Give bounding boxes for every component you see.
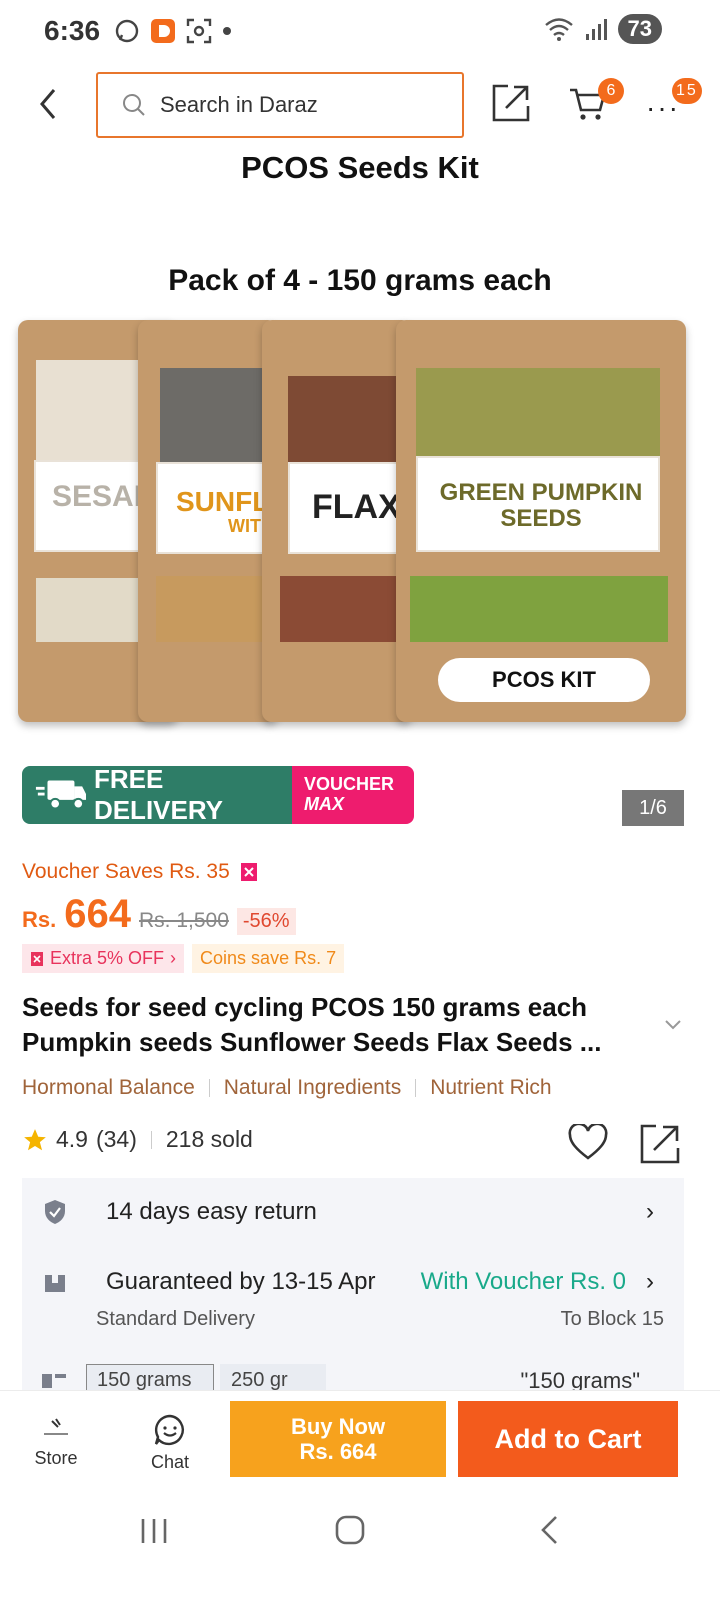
voucher-saves-text: Voucher Saves Rs. 35: [22, 860, 230, 883]
free-delivery-label: FREE DELIVERY: [93, 766, 223, 824]
tag-nutrient-rich: Nutrient Rich: [430, 1076, 552, 1099]
free-delivery-voucher-banner: FREE DELIVERY VOUCHER MAX: [22, 766, 414, 824]
delivery-type: Standard Delivery: [96, 1308, 255, 1330]
star-icon: [24, 1128, 46, 1150]
product-image-carousel[interactable]: PCOS Seeds Kit Pack of 4 - 150 grams eac…: [0, 142, 720, 762]
share-icon[interactable]: [492, 84, 530, 122]
screenshot-icon: [186, 18, 212, 44]
cart-count-badge: 6: [598, 78, 624, 104]
message-count-badge: 15: [672, 78, 702, 104]
more-options-button[interactable]: ··· 15: [646, 78, 702, 124]
buy-now-button[interactable]: Buy Now Rs. 664: [230, 1401, 446, 1477]
store-label: Store: [34, 1448, 78, 1468]
bag-label-pumpkin: GREEN PUMPKIN SEEDS: [439, 479, 643, 532]
delivery-row[interactable]: Guaranteed by 13-15 Apr With Voucher Rs.…: [42, 1268, 666, 1296]
tag-hormonal-balance: Hormonal Balance: [22, 1076, 195, 1099]
buy-now-label: Buy Now: [290, 1414, 386, 1439]
voucher-max-label: MAX: [304, 794, 344, 814]
promo-row: Extra 5% OFF › Coins save Rs. 7: [22, 944, 345, 973]
hero-subtitle: Pack of 4 - 150 grams each: [168, 264, 552, 297]
bag-label-flax: FLAX: [312, 488, 401, 526]
cart-button[interactable]: 6: [568, 78, 624, 127]
price-amount: 664: [64, 892, 131, 936]
coupon-icon: [31, 951, 43, 966]
delivery-box-icon: [42, 1271, 68, 1293]
chevron-right-icon: ›: [646, 1198, 654, 1225]
buy-now-price: Rs. 664: [299, 1439, 377, 1464]
home-icon[interactable]: [334, 1514, 366, 1546]
search-icon: [123, 94, 145, 116]
store-logo-icon: [40, 1415, 72, 1441]
status-notification-icons: [114, 18, 232, 44]
delivery-truck-icon: [35, 780, 87, 810]
status-bar: 6:36 73: [0, 0, 720, 62]
chevron-right-icon: ›: [170, 948, 177, 968]
discount-badge: -56%: [236, 908, 296, 935]
dot-icon: [223, 27, 232, 35]
chevron-right-icon: ›: [646, 1268, 654, 1295]
free-delivery-badge: FREE DELIVERY: [22, 766, 292, 824]
back-arrow-icon[interactable]: [34, 86, 64, 122]
whatsapp-icon: [115, 19, 139, 43]
wifi-icon: [544, 18, 573, 41]
divider: [208, 1079, 210, 1097]
divider: [415, 1079, 417, 1097]
voucher-max-badge: VOUCHER MAX: [292, 766, 414, 824]
voucher-label: VOUCHER: [304, 774, 395, 794]
shield-check-icon: [42, 1199, 68, 1225]
product-title: Seeds for seed cycling PCOS 150 grams ea…: [22, 992, 602, 1057]
guarantee-text: Guaranteed by 13-15 Apr: [106, 1268, 376, 1295]
nav-back-icon[interactable]: [538, 1514, 560, 1546]
product-bag-flax: FLAX: [262, 320, 412, 722]
image-counter: 1/6: [622, 790, 684, 826]
voucher-ticket-icon: [240, 863, 257, 881]
coins-chip: Coins save Rs. 7: [192, 944, 345, 973]
system-navigation-bar: [0, 1496, 720, 1600]
return-policy-row[interactable]: 14 days easy return ›: [42, 1198, 666, 1226]
battery-indicator: 73: [617, 14, 662, 44]
share-icon[interactable]: [640, 1124, 680, 1164]
return-policy-text: 14 days easy return: [106, 1198, 317, 1225]
sold-count: 218 sold: [165, 1126, 253, 1152]
rating-row[interactable]: 4.9 (34) 218 sold: [22, 1126, 253, 1153]
price-currency: Rs.: [22, 907, 57, 932]
status-time: 6:36: [44, 15, 101, 46]
voucher-saves[interactable]: Voucher Saves Rs. 35: [22, 860, 258, 884]
search-input[interactable]: Search in Daraz: [96, 72, 464, 138]
extra-off-chip[interactable]: Extra 5% OFF ›: [22, 944, 185, 973]
search-placeholder: Search in Daraz: [160, 92, 318, 117]
rating-value: 4.9: [56, 1126, 88, 1152]
recents-icon[interactable]: [140, 1516, 168, 1546]
store-button[interactable]: Store: [24, 1413, 88, 1469]
chat-icon: [154, 1414, 184, 1446]
daraz-app-icon: [151, 19, 176, 43]
bottom-action-bar: Store Chat Buy Now Rs. 664 Add to Cart: [0, 1390, 720, 1496]
wishlist-heart-icon[interactable]: [568, 1124, 608, 1162]
expand-chevron-icon[interactable]: [664, 1018, 682, 1032]
product-bag-sunflower: SUNFLO WITHO: [138, 320, 291, 722]
hero-title: PCOS Seeds Kit: [241, 150, 479, 185]
top-bar: Search in Daraz 6 ··· 15: [0, 68, 720, 140]
extra-off-label: Extra 5% OFF: [50, 948, 165, 968]
price-row: Rs. 664 Rs. 1,500 -56%: [22, 892, 296, 937]
service-panel: 14 days easy return › Guaranteed by 13-1…: [22, 1178, 684, 1394]
add-to-cart-button[interactable]: Add to Cart: [458, 1401, 678, 1477]
tag-natural-ingredients: Natural Ingredients: [223, 1076, 402, 1099]
review-count: (34): [95, 1126, 137, 1152]
signal-icon: [585, 19, 607, 40]
chat-label: Chat: [150, 1452, 190, 1472]
status-right: 73: [544, 14, 662, 44]
original-price: Rs. 1,500: [139, 909, 229, 932]
delivery-location: To Block 15: [560, 1308, 664, 1330]
chat-button[interactable]: Chat: [140, 1413, 200, 1473]
divider: [150, 1130, 152, 1149]
pcos-kit-pill: PCOS KIT: [438, 658, 650, 702]
product-tags: Hormonal Balance Natural Ingredients Nut…: [22, 1076, 552, 1100]
voucher-note: With Voucher Rs. 0: [420, 1268, 626, 1295]
